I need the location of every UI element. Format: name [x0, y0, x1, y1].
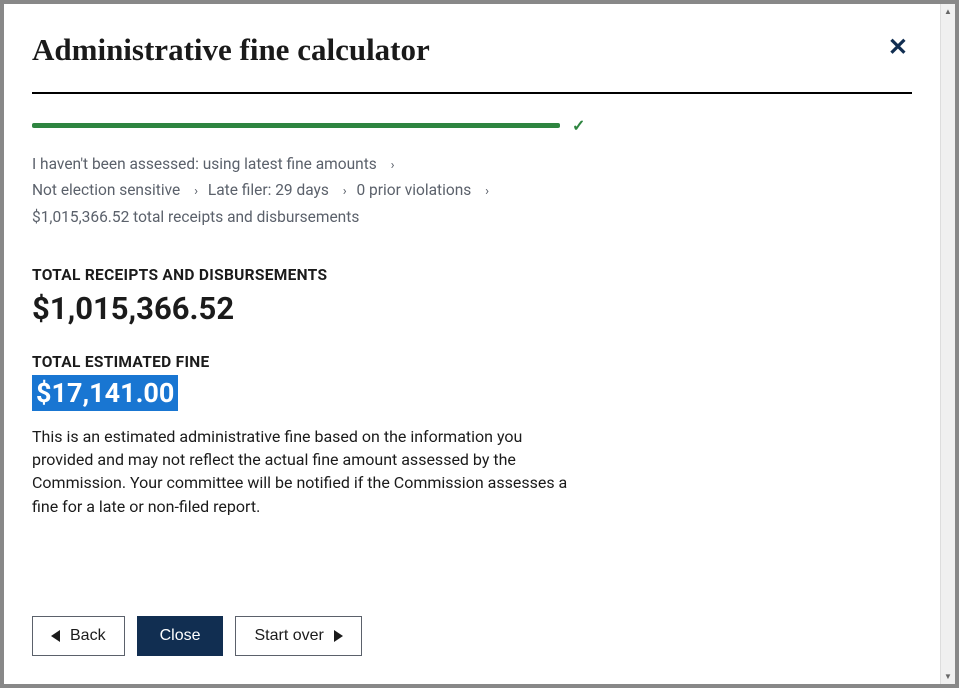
total-fine-label: TOTAL ESTIMATED FINE	[32, 353, 912, 371]
modal-footer: Back Close Start over	[32, 596, 912, 656]
total-fine-section: TOTAL ESTIMATED FINE $17,141.00	[32, 353, 912, 411]
chevron-right-icon: ›	[391, 155, 395, 177]
start-over-button[interactable]: Start over	[235, 616, 361, 656]
scroll-up-arrow-icon[interactable]: ▲	[941, 4, 955, 19]
triangle-left-icon	[51, 630, 60, 642]
back-button[interactable]: Back	[32, 616, 125, 656]
chevron-right-icon: ›	[194, 181, 198, 203]
chevron-right-icon: ›	[485, 181, 489, 203]
total-receipts-label: TOTAL RECEIPTS AND DISBURSEMENTS	[32, 266, 912, 284]
scroll-down-arrow-icon[interactable]: ▼	[941, 669, 955, 684]
breadcrumb-item[interactable]: 0 prior violations	[357, 181, 472, 199]
modal-content: Administrative fine calculator ✕ ✓ I hav…	[4, 4, 940, 684]
header-divider	[32, 92, 912, 94]
check-icon: ✓	[572, 116, 585, 135]
total-fine-value: $17,141.00	[32, 375, 178, 411]
progress-indicator: ✓	[32, 116, 912, 135]
total-receipts-section: TOTAL RECEIPTS AND DISBURSEMENTS $1,015,…	[32, 230, 912, 327]
breadcrumb-item[interactable]: Not election sensitive	[32, 181, 180, 199]
modal-dialog: ▲ ▼ Administrative fine calculator ✕ ✓ I…	[4, 4, 955, 684]
back-button-label: Back	[70, 627, 106, 645]
chevron-right-icon: ›	[343, 181, 347, 203]
breadcrumb: I haven't been assessed: using latest fi…	[32, 151, 912, 230]
close-button-label: Close	[160, 627, 201, 645]
breadcrumb-item[interactable]: $1,015,366.52 total receipts and disburs…	[32, 208, 359, 226]
disclaimer-text: This is an estimated administrative fine…	[32, 425, 572, 518]
scrollbar[interactable]: ▲ ▼	[940, 4, 955, 684]
total-receipts-value: $1,015,366.52	[32, 290, 912, 327]
close-icon-button[interactable]: ✕	[884, 32, 912, 64]
modal-header: Administrative fine calculator ✕	[32, 32, 912, 68]
modal-title: Administrative fine calculator	[32, 32, 430, 68]
progress-bar	[32, 123, 560, 128]
triangle-right-icon	[334, 630, 343, 642]
breadcrumb-item[interactable]: I haven't been assessed: using latest fi…	[32, 155, 377, 173]
breadcrumb-item[interactable]: Late filer: 29 days	[208, 181, 329, 199]
close-icon: ✕	[888, 34, 908, 61]
close-button[interactable]: Close	[137, 616, 224, 656]
start-over-button-label: Start over	[254, 627, 323, 645]
